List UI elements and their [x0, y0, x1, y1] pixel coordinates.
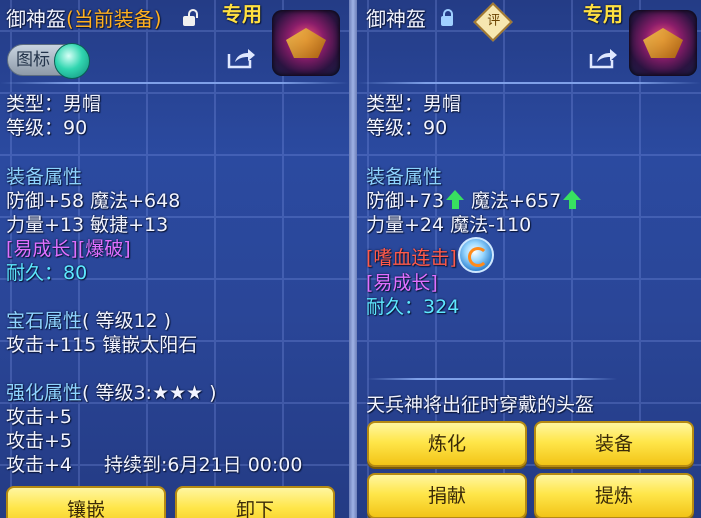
item-type: 类型：男帽: [6, 93, 102, 115]
durability: 耐久：324: [366, 296, 460, 318]
tag-growth: [易成长]: [366, 272, 438, 294]
lock-closed-icon[interactable]: [441, 9, 453, 26]
skill-icon[interactable]: [458, 237, 494, 273]
up-arrow-stem: [569, 200, 576, 209]
icon-toggle[interactable]: 图标: [7, 43, 90, 79]
enhance-line-2: 攻击+5: [6, 430, 73, 452]
exclusive-label: 专用: [583, 2, 623, 26]
tag-burst: [爆破]: [77, 238, 131, 260]
item-level: 等级：90: [366, 117, 448, 139]
toggle-knob[interactable]: [54, 43, 90, 79]
equip-button[interactable]: 装备: [534, 421, 694, 467]
enhance-level: ( 等级3:★★★ ): [82, 382, 217, 404]
attr-line-1: 防御+58 魔法+648: [6, 190, 181, 212]
unequip-button[interactable]: 卸下: [175, 486, 335, 518]
item-level: 等级：90: [6, 117, 88, 139]
exclusive-label: 专用: [222, 2, 262, 26]
attr-magic: 魔法+657: [471, 190, 562, 212]
attr-defense: 防御+73: [366, 190, 445, 212]
up-arrow-stem: [452, 200, 459, 209]
up-arrow-icon: [446, 190, 464, 200]
divider-line: [357, 82, 701, 84]
gem-section-header: 宝石属性: [6, 310, 83, 332]
divider-line: [367, 378, 617, 380]
divider-line: [0, 82, 349, 84]
share-icon[interactable]: [226, 46, 256, 70]
gem-level: ( 等级12 ): [82, 310, 172, 332]
inlay-button[interactable]: 镶嵌: [6, 486, 166, 518]
current-equipment-panel: 御神盔(当前装备) 专用 图标 类型：男帽 等级：90 装备属性 防御+58 魔…: [0, 0, 349, 518]
compare-equipment-panel: 御神盔 评 专用 类型：男帽 等级：90 装备属性 防御+73 魔法+657 力…: [357, 0, 701, 518]
special-tags: [易成长][爆破]: [6, 238, 131, 260]
icon-toggle-label: 图标: [16, 50, 50, 70]
share-icon[interactable]: [588, 46, 618, 70]
durability: 耐久：80: [6, 262, 88, 284]
item-description: 天兵神将出征时穿戴的头盔: [366, 394, 595, 416]
enhance-line-1: 攻击+5: [6, 406, 73, 428]
up-arrow-icon: [563, 190, 581, 200]
gem-line: 攻击+115 镶嵌太阳石: [6, 334, 198, 356]
tag-growth: [易成长]: [6, 238, 78, 260]
refine-button[interactable]: 炼化: [367, 421, 527, 467]
lock-open-icon[interactable]: [183, 9, 198, 26]
gem-section: 宝石属性( 等级12 ): [6, 310, 171, 332]
panel-divider: [349, 0, 357, 518]
attr-section-header: 装备属性: [6, 166, 83, 188]
item-title: 御神盔(当前装备): [6, 7, 162, 31]
item-type: 类型：男帽: [366, 93, 462, 115]
item-title: 御神盔: [366, 7, 426, 31]
extract-button[interactable]: 提炼: [534, 473, 694, 518]
helmet-icon[interactable]: [629, 10, 697, 76]
enhance-section-header: 强化属性: [6, 382, 83, 404]
attr-section-header: 装备属性: [366, 166, 443, 188]
skill-tag: [嗜血连击]: [366, 247, 457, 269]
enhance-section: 强化属性( 等级3:★★★ ): [6, 382, 217, 404]
enhance-line-3: 攻击+4: [6, 454, 73, 476]
attr-line-2: 力量+24 魔法-110: [366, 214, 532, 236]
donate-button[interactable]: 捐献: [367, 473, 527, 518]
helmet-icon[interactable]: [272, 10, 340, 76]
attr-line-2: 力量+13 敏捷+13: [6, 214, 169, 236]
enhance-duration: 持续到:6月21日 00:00: [104, 454, 303, 476]
